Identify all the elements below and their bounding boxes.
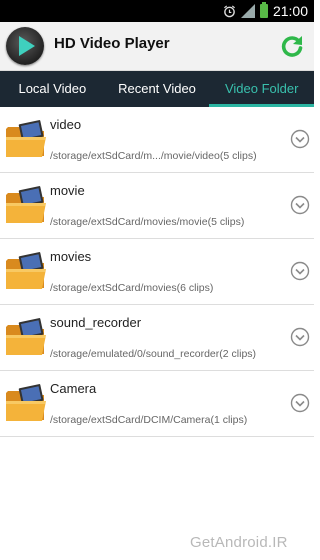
play-logo-icon xyxy=(6,27,44,65)
folder-row[interactable]: movie/storage/extSdCard/movies/movie(5 c… xyxy=(0,173,314,239)
folder-name: Camera xyxy=(50,381,97,396)
tab-bar: Local Video Recent Video Video Folder xyxy=(0,71,314,107)
battery-icon xyxy=(259,2,268,18)
chevron-down-icon[interactable] xyxy=(290,195,310,215)
tab-local-video[interactable]: Local Video xyxy=(0,71,105,107)
status-bar: 21:00 xyxy=(0,0,314,22)
folder-path: /storage/extSdCard/DCIM/Camera(1 clips) xyxy=(50,414,248,426)
tab-recent-video[interactable]: Recent Video xyxy=(105,71,210,107)
folder-video-icon xyxy=(4,317,48,357)
chevron-down-icon[interactable] xyxy=(290,393,310,413)
folder-path: /storage/emulated/0/sound_recorder(2 cli… xyxy=(50,348,257,360)
folder-row[interactable]: sound_recorder/storage/emulated/0/sound_… xyxy=(0,305,314,371)
folder-row[interactable]: movies/storage/extSdCard/movies(6 clips) xyxy=(0,239,314,305)
folder-path: /storage/extSdCard/m.../movie/video(5 cl… xyxy=(50,150,257,162)
alarm-icon xyxy=(223,4,235,17)
folder-row[interactable]: Camera/storage/extSdCard/DCIM/Camera(1 c… xyxy=(0,371,314,437)
chevron-down-icon[interactable] xyxy=(290,261,310,281)
status-icons: 21:00 xyxy=(223,0,308,22)
folder-video-icon xyxy=(4,119,48,159)
folder-name: sound_recorder xyxy=(50,315,142,330)
folder-name: movie xyxy=(50,183,85,198)
folder-name: movies xyxy=(50,249,92,264)
folder-name: video xyxy=(50,117,82,132)
folder-video-icon xyxy=(4,185,48,225)
refresh-icon[interactable] xyxy=(278,32,306,60)
watermark-brand: Android xyxy=(214,534,268,551)
watermark-suffix: .IR xyxy=(267,534,288,551)
chevron-down-icon[interactable] xyxy=(290,327,310,347)
folder-list: video/storage/extSdCard/m.../movie/video… xyxy=(0,107,314,437)
action-bar: HD Video Player xyxy=(0,22,314,71)
tab-video-folder[interactable]: Video Folder xyxy=(209,71,314,107)
folder-path: /storage/extSdCard/movies(6 clips) xyxy=(50,282,214,294)
watermark: GetAndroid.IR xyxy=(190,534,288,551)
status-time: 21:00 xyxy=(272,3,308,19)
watermark-prefix: Get xyxy=(190,534,215,551)
signal-icon xyxy=(240,4,255,18)
folder-row[interactable]: video/storage/extSdCard/m.../movie/video… xyxy=(0,107,314,173)
chevron-down-icon[interactable] xyxy=(290,129,310,149)
app-title: HD Video Player xyxy=(54,35,170,52)
folder-path: /storage/extSdCard/movies/movie(5 clips) xyxy=(50,216,245,228)
folder-video-icon xyxy=(4,251,48,291)
folder-video-icon xyxy=(4,383,48,423)
